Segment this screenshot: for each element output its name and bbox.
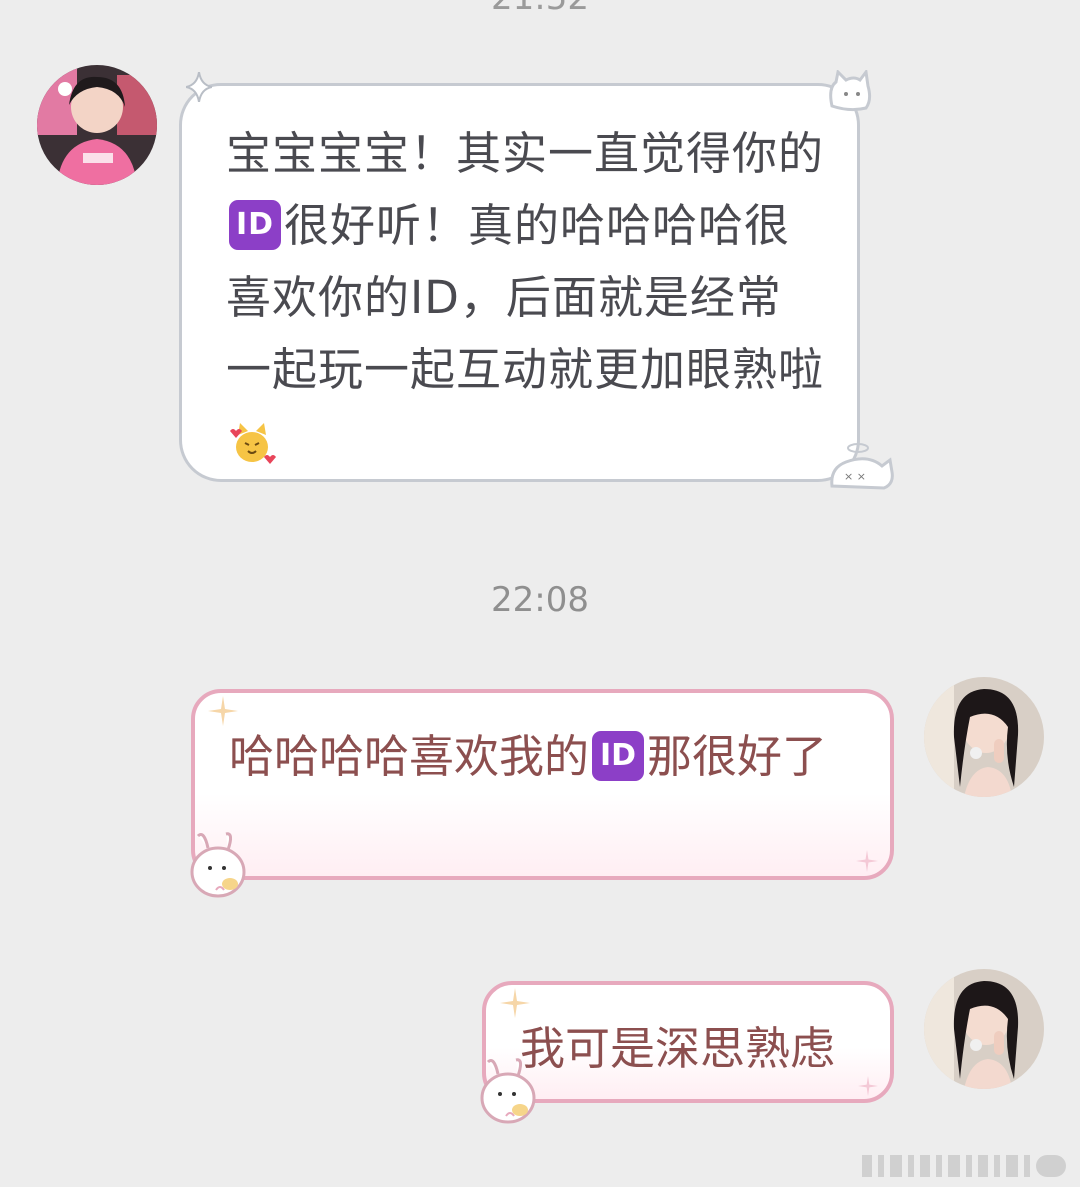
- id-emoji-badge: ID: [229, 200, 281, 250]
- message-text-part: 很好听！真的哈哈哈哈很喜欢你的ID，后面就是经常一起玩一起互动就更加眼熟啦: [226, 199, 825, 396]
- outgoing-message-text: 我可是深思熟虑: [520, 1022, 836, 1075]
- message-text-part: 那很好了: [647, 730, 828, 783]
- bunny-sticker-icon: [186, 830, 252, 906]
- star-sparkle-icon: [856, 850, 878, 876]
- ghost-cat-icon: [826, 68, 872, 116]
- contact-avatar[interactable]: [37, 65, 157, 185]
- message-text-part: 宝宝宝宝！其实一直觉得你的: [226, 127, 825, 180]
- id-emoji-badge: ID: [592, 731, 645, 781]
- message-text-part: 哈哈哈哈喜欢我的: [229, 730, 590, 783]
- mid-timestamp: 22:08: [491, 580, 589, 620]
- svg-text:× ×: × ×: [844, 470, 866, 483]
- my-avatar[interactable]: [924, 969, 1044, 1089]
- outgoing-message-bubble[interactable]: 我可是深思熟虑: [482, 981, 894, 1103]
- star-sparkle-icon: [208, 696, 238, 730]
- sleeping-cat-icon: × ×: [828, 438, 896, 494]
- outgoing-message-bubble[interactable]: 哈哈哈哈喜欢我的 ID 那很好了: [191, 689, 894, 880]
- star-sparkle-icon: [500, 988, 530, 1022]
- incoming-message-text: 宝宝宝宝！其实一直觉得你的 ID 很好听！真的哈哈哈哈很喜欢你的ID，后面就是经常一…: [226, 118, 826, 478]
- my-avatar[interactable]: [924, 677, 1044, 797]
- watermark-barcode: [862, 1155, 1080, 1177]
- outgoing-message-text: 哈哈哈哈喜欢我的 ID 那很好了: [229, 721, 839, 793]
- star-sparkle-icon: [858, 1076, 878, 1100]
- top-timestamp: 21:52: [0, 0, 1080, 18]
- sparkle-icon: [185, 71, 213, 106]
- incoming-message-bubble[interactable]: 宝宝宝宝！其实一直觉得你的 ID 很好听！真的哈哈哈哈很喜欢你的ID，后面就是经常一…: [179, 83, 860, 482]
- bunny-sticker-icon: [476, 1056, 542, 1132]
- cat-hearts-icon: [226, 416, 278, 466]
